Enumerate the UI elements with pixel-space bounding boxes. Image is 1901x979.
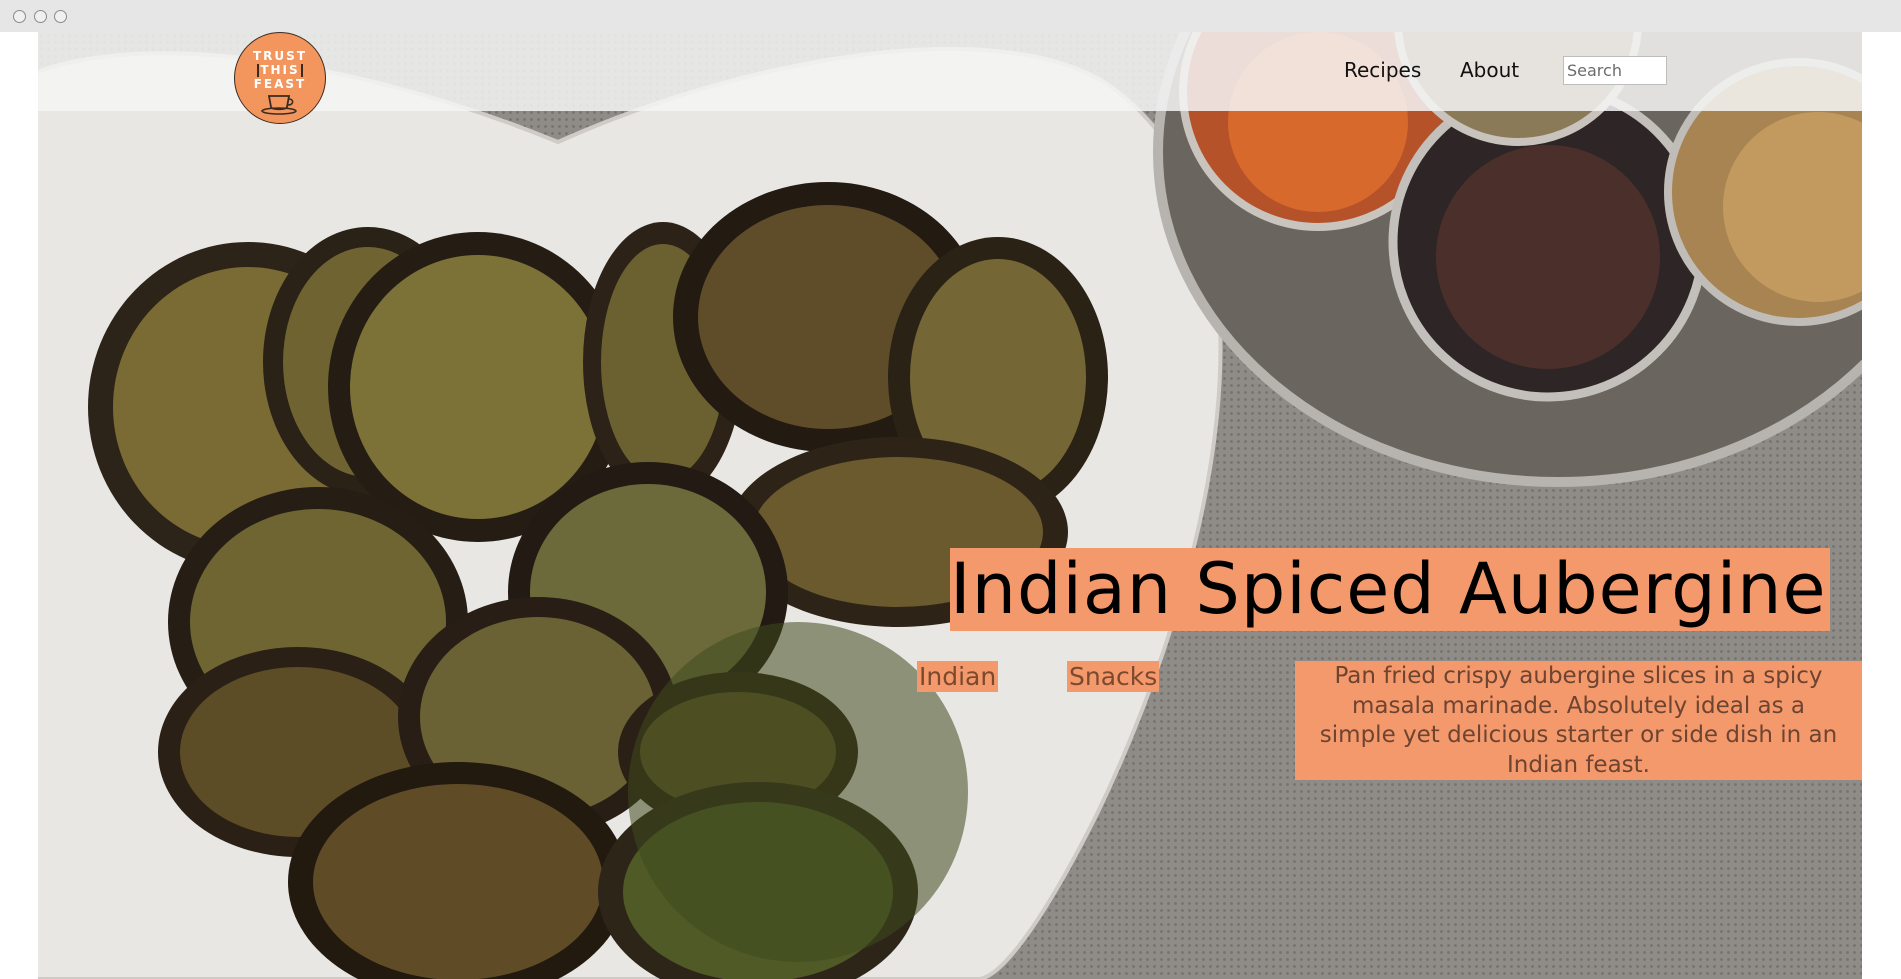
logo-text-line2: THIS: [257, 64, 303, 77]
window-close-icon[interactable]: [13, 10, 26, 23]
recipe-description: Pan fried crispy aubergine slices in a s…: [1295, 661, 1862, 780]
window-maximize-icon[interactable]: [54, 10, 67, 23]
window-minimize-icon[interactable]: [34, 10, 47, 23]
nav-recipes-link[interactable]: Recipes: [1344, 58, 1421, 82]
nav-about-link[interactable]: About: [1460, 58, 1519, 82]
site-logo[interactable]: TRUST THIS FEAST: [234, 32, 326, 124]
search-input[interactable]: [1563, 56, 1667, 85]
hero-image: [38, 32, 1862, 979]
tag-indian[interactable]: Indian: [917, 661, 999, 692]
recipe-title: Indian Spiced Aubergine: [950, 548, 1830, 631]
logo-text-line3: FEAST: [253, 77, 307, 91]
browser-titlebar: [0, 0, 1901, 32]
teacup-icon: [261, 95, 297, 115]
tag-snacks[interactable]: Snacks: [1067, 661, 1160, 692]
logo-text-line1: TRUST: [253, 49, 307, 63]
